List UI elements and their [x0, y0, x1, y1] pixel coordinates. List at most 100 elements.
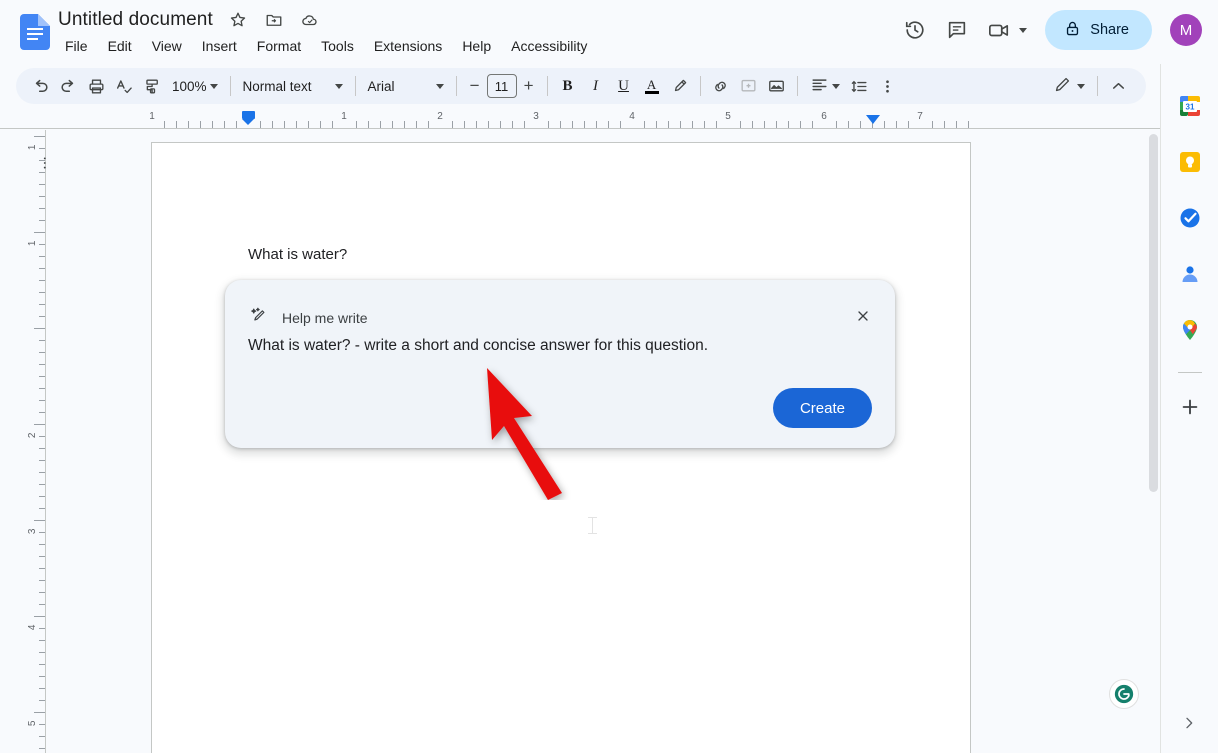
menu-extensions[interactable]: Extensions [367, 36, 449, 56]
font-family-dropdown[interactable]: Arial [362, 72, 450, 100]
left-indent-marker[interactable] [242, 111, 255, 125]
text-color-letter: A [646, 76, 657, 92]
menu-edit[interactable]: Edit [101, 36, 139, 56]
header-actions: Share M [895, 0, 1218, 60]
italic-label: I [593, 77, 599, 94]
align-left-icon [810, 75, 829, 97]
menu-insert[interactable]: Insert [195, 36, 244, 56]
share-button[interactable]: Share [1045, 10, 1152, 50]
video-camera-button[interactable] [979, 10, 1031, 50]
editing-mode-dropdown[interactable] [1047, 72, 1091, 100]
divider [354, 76, 356, 96]
increase-font-size-button[interactable]: + [517, 74, 541, 98]
divider [796, 76, 798, 96]
divider [229, 76, 231, 96]
menu-file[interactable]: File [58, 36, 95, 56]
italic-button[interactable]: I [582, 72, 610, 100]
undo-icon[interactable] [26, 72, 54, 100]
grammarly-icon[interactable] [1109, 679, 1139, 709]
comment-icon[interactable] [937, 10, 977, 50]
expand-chevron-icon[interactable] [1176, 710, 1202, 736]
move-to-folder-icon[interactable] [263, 9, 285, 31]
zoom-dropdown[interactable]: 100% [166, 72, 224, 100]
horizontal-ruler[interactable]: 11234567 [0, 110, 1160, 130]
version-history-icon[interactable] [895, 10, 935, 50]
menu-format[interactable]: Format [250, 36, 308, 56]
print-icon[interactable] [82, 72, 110, 100]
chevron-down-icon [334, 83, 343, 89]
google-tasks-icon[interactable] [1170, 198, 1210, 238]
divider [1177, 372, 1202, 373]
chevron-down-icon [435, 83, 444, 89]
insert-image-icon[interactable] [763, 72, 791, 100]
menu-bar: File Edit View Insert Format Tools Exten… [58, 36, 594, 56]
help-me-write-title: Help me write [282, 309, 368, 326]
decrease-font-size-button[interactable]: − [463, 74, 487, 98]
line-spacing-icon[interactable] [846, 72, 874, 100]
bold-button[interactable]: B [554, 72, 582, 100]
close-icon[interactable] [849, 302, 877, 330]
chevron-down-icon [209, 83, 218, 89]
document-body-text[interactable]: What is water? [248, 245, 347, 265]
google-docs-app: Untitled document File Edit View Insert … [0, 0, 1218, 753]
video-camera-icon[interactable] [979, 10, 1019, 50]
redo-icon[interactable] [54, 72, 82, 100]
bold-label: B [562, 77, 573, 94]
paint-format-icon[interactable] [138, 72, 166, 100]
share-label: Share [1090, 22, 1129, 38]
scrollbar-thumb[interactable] [1149, 134, 1158, 492]
side-panel: 31 [1160, 64, 1218, 753]
paragraph-style-dropdown[interactable]: Normal text [237, 72, 349, 100]
font-size-input[interactable]: 11 [486, 74, 517, 98]
add-comment-icon [735, 72, 763, 100]
google-keep-icon[interactable] [1170, 142, 1210, 182]
zoom-value: 100% [172, 78, 207, 94]
help-me-write-header: Help me write [250, 306, 368, 329]
google-maps-icon[interactable] [1170, 310, 1210, 350]
divider [1097, 76, 1098, 96]
magic-pen-icon [250, 306, 268, 329]
create-button[interactable]: Create [772, 388, 872, 428]
link-icon[interactable] [707, 72, 735, 100]
chevron-down-icon [1077, 83, 1085, 89]
divider [699, 76, 701, 96]
more-vertical-icon[interactable] [874, 72, 902, 100]
text-color-button[interactable]: A [638, 72, 666, 100]
chevron-down-icon [831, 83, 840, 89]
highlight-pen-icon[interactable] [666, 72, 694, 100]
avatar[interactable]: M [1170, 14, 1202, 46]
svg-text:31: 31 [1185, 103, 1194, 112]
google-docs-icon[interactable] [20, 14, 50, 50]
divider [546, 76, 548, 96]
formatting-toolbar: 100% Normal text Arial − 11 + B I U A [16, 68, 1146, 104]
add-side-panel-app-button[interactable] [1170, 387, 1210, 427]
underline-button[interactable]: U [610, 72, 638, 100]
help-me-write-prompt[interactable]: What is water? - write a short and conci… [248, 337, 708, 355]
text-color-bar [644, 90, 659, 94]
google-calendar-icon[interactable]: 31 [1170, 86, 1210, 126]
menu-accessibility[interactable]: Accessibility [504, 36, 594, 56]
text-cursor [588, 517, 597, 534]
text-color-icon: A [644, 76, 659, 94]
menu-tools[interactable]: Tools [314, 36, 361, 56]
right-indent-marker[interactable] [866, 115, 880, 124]
chevron-down-icon[interactable] [1019, 27, 1028, 33]
help-me-write-dialog[interactable]: Help me write What is water? - write a s… [225, 280, 895, 448]
vertical-ruler[interactable]: 112345 [0, 130, 46, 753]
ruler-baseline [0, 128, 1160, 129]
star-icon[interactable] [227, 9, 249, 31]
google-contacts-icon[interactable] [1170, 254, 1210, 294]
cloud-saved-icon[interactable] [299, 9, 321, 31]
title-row: Untitled document [58, 9, 321, 31]
collapse-chevron-icon[interactable] [1104, 72, 1132, 100]
menu-help[interactable]: Help [455, 36, 498, 56]
page-title[interactable]: Untitled document [58, 9, 213, 31]
app-header: Untitled document File Edit View Insert … [0, 0, 1218, 64]
spellcheck-icon[interactable] [110, 72, 138, 100]
pencil-icon [1053, 75, 1072, 97]
menu-view[interactable]: View [145, 36, 189, 56]
align-dropdown[interactable] [804, 72, 846, 100]
lock-icon [1064, 20, 1081, 41]
style-value: Normal text [242, 78, 312, 94]
font-value: Arial [367, 78, 395, 94]
